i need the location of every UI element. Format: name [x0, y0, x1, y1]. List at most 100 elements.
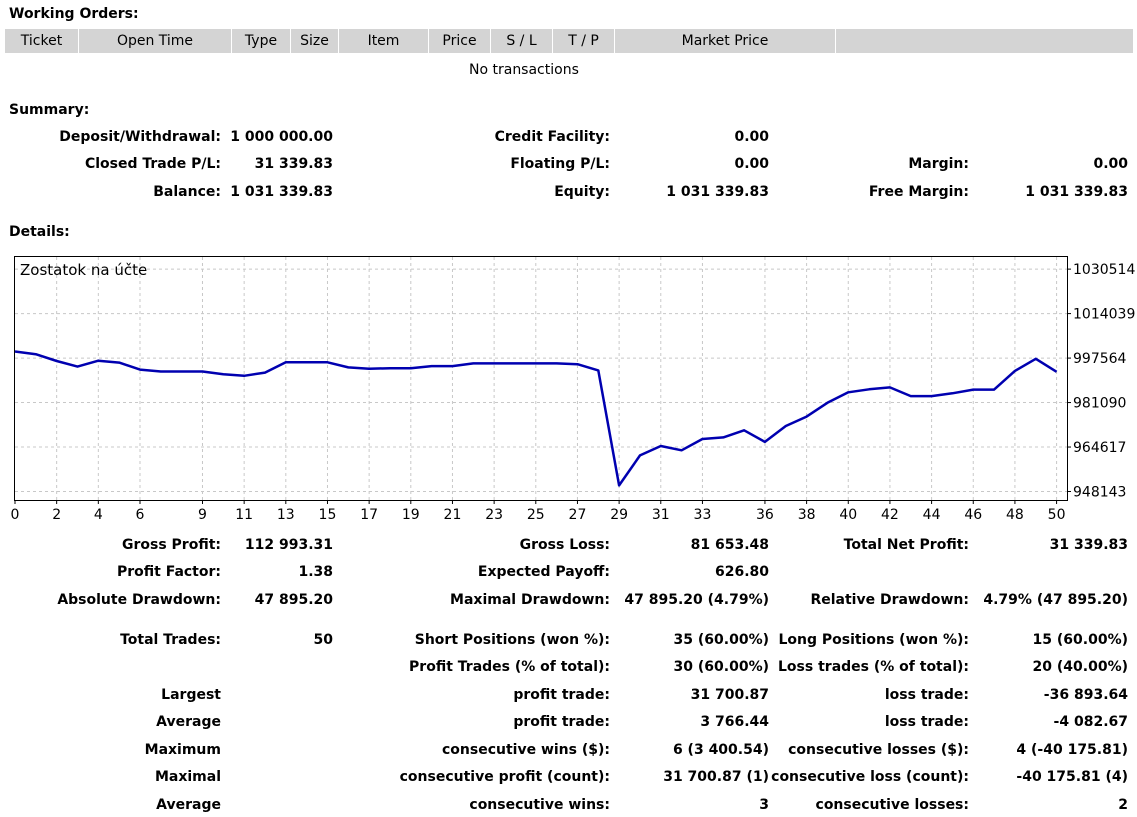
orders-table-header: Ticket Open Time Type Size Item Price S …: [5, 29, 1133, 53]
y-tick-label: 997564: [1073, 351, 1127, 367]
x-tick-label: 9: [198, 507, 207, 523]
x-tick-label: 11: [235, 507, 253, 523]
max-consecutive-losses-label: consecutive losses ($):: [788, 742, 969, 758]
x-tick-label: 36: [756, 507, 774, 523]
maximal-drawdown-label: Maximal Drawdown:: [450, 592, 610, 608]
column-sl[interactable]: S / L: [491, 29, 553, 53]
column-ticket[interactable]: Ticket: [5, 29, 79, 53]
largest-loss-value: -36 893.64: [1043, 687, 1128, 703]
balance-chart: Zostatok na účte 1030514 1014039 997564 981…: [11, 256, 1135, 523]
x-tick-label: 38: [798, 507, 816, 523]
y-tick-label: 981090: [1073, 396, 1126, 412]
x-tick-label: 42: [881, 507, 899, 523]
avg-consecutive-wins-label: consecutive wins:: [469, 797, 610, 813]
chart-plot-area: [14, 256, 1068, 501]
credit-value: 0.00: [734, 129, 769, 145]
chart-x-axis: 0 2 4 6 9 11 13 15 17 19 21 23 25 27 29 31 33 36 38 40 42 44 4…: [11, 500, 1065, 523]
total-net-profit-value: 31 339.83: [1049, 537, 1128, 553]
gross-loss-label: Gross Loss:: [519, 537, 610, 553]
avg-consecutive-wins-value: 3: [759, 797, 769, 813]
profit-factor-value: 1.38: [298, 564, 333, 580]
working-orders-title: Working Orders:: [9, 6, 139, 22]
maximal-consecutive-loss-value: -40 175.81 (4): [1016, 769, 1128, 785]
loss-trades-value: 20 (40.00%): [1032, 659, 1128, 675]
largest-label: Largest: [161, 687, 221, 703]
x-tick-label: 4: [94, 507, 103, 523]
x-tick-label: 15: [319, 507, 337, 523]
closed-pl-value: 31 339.83: [254, 156, 333, 172]
total-trades-label: Total Trades:: [120, 632, 221, 648]
short-positions-value: 35 (60.00%): [673, 632, 769, 648]
x-tick-label: 23: [485, 507, 503, 523]
total-net-profit-label: Total Net Profit:: [843, 537, 969, 553]
margin-label: Margin:: [908, 156, 969, 172]
x-tick-label: 6: [136, 507, 145, 523]
x-tick-label: 27: [569, 507, 587, 523]
free-margin-value: 1 031 339.83: [1025, 184, 1128, 200]
column-price[interactable]: Price: [429, 29, 491, 53]
expected-payoff-value: 626.80: [714, 564, 769, 580]
x-tick-label: 0: [11, 507, 20, 523]
avg-consecutive-losses-value: 2: [1118, 797, 1128, 813]
column-tp[interactable]: T / P: [553, 29, 615, 53]
chart-y-axis: 1030514 1014039 997564 981090 964617 948143: [1067, 262, 1135, 501]
x-tick-label: 17: [360, 507, 378, 523]
average-consecutive-label: Average: [156, 797, 221, 813]
x-tick-label: 40: [839, 507, 857, 523]
details-title: Details:: [9, 224, 70, 240]
x-tick-label: 29: [610, 507, 628, 523]
short-positions-label: Short Positions (won %):: [414, 632, 610, 648]
column-market-price[interactable]: Market Price: [615, 29, 836, 53]
margin-value: 0.00: [1093, 156, 1128, 172]
balance-value: 1 031 339.83: [230, 184, 333, 200]
y-tick-label: 948143: [1073, 485, 1126, 501]
avg-consecutive-losses-label: consecutive losses:: [815, 797, 969, 813]
max-consecutive-wins-value: 6 (3 400.54): [672, 742, 769, 758]
largest-loss-label: loss trade:: [884, 687, 969, 703]
max-consecutive-losses-value: 4 (-40 175.81): [1016, 742, 1128, 758]
floating-label: Floating P/L:: [510, 156, 610, 172]
column-type[interactable]: Type: [232, 29, 291, 53]
x-tick-label: 31: [652, 507, 670, 523]
relative-drawdown-value: 4.79% (47 895.20): [983, 592, 1128, 608]
maximal-drawdown-value: 47 895.20 (4.79%): [624, 592, 769, 608]
average-label: Average: [156, 714, 221, 730]
x-tick-label: 48: [1006, 507, 1024, 523]
maximal-consecutive-loss-label: consecutive loss (count):: [771, 769, 969, 785]
maximal-label: Maximal: [154, 769, 221, 785]
largest-profit-value: 31 700.87: [690, 687, 769, 703]
maximal-consecutive-profit-value: 31 700.87 (1): [663, 769, 769, 785]
maximum-label: Maximum: [144, 742, 221, 758]
closed-pl-label: Closed Trade P/L:: [84, 156, 221, 172]
chart-title: Zostatok na účte: [20, 261, 147, 279]
column-size[interactable]: Size: [291, 29, 339, 53]
y-tick-label: 1014039: [1073, 307, 1135, 323]
loss-trades-label: Loss trades (% of total):: [778, 659, 969, 675]
long-positions-value: 15 (60.00%): [1032, 632, 1128, 648]
y-tick-label: 1030514: [1073, 262, 1135, 278]
max-consecutive-wins-label: consecutive wins ($):: [441, 742, 610, 758]
x-tick-label: 33: [694, 507, 712, 523]
credit-label: Credit Facility:: [494, 129, 610, 145]
column-open-time[interactable]: Open Time: [79, 29, 232, 53]
x-tick-label: 44: [923, 507, 941, 523]
summary-title: Summary:: [9, 102, 90, 118]
column-item[interactable]: Item: [339, 29, 429, 53]
expected-payoff-label: Expected Payoff:: [477, 564, 610, 580]
x-tick-label: 2: [52, 507, 61, 523]
column-blank[interactable]: [836, 29, 1133, 53]
x-tick-label: 46: [964, 507, 982, 523]
average-loss-label: loss trade:: [884, 714, 969, 730]
average-profit-value: 3 766.44: [700, 714, 769, 730]
absolute-drawdown-value: 47 895.20: [254, 592, 333, 608]
y-tick-label: 964617: [1073, 440, 1126, 456]
profit-factor-label: Profit Factor:: [116, 564, 221, 580]
average-profit-label: profit trade:: [513, 714, 610, 730]
profit-trades-value: 30 (60.00%): [673, 659, 769, 675]
x-tick-label: 19: [402, 507, 420, 523]
deposit-label: Deposit/Withdrawal:: [59, 129, 221, 145]
x-tick-label: 25: [527, 507, 545, 523]
profit-trades-label: Profit Trades (% of total):: [409, 659, 610, 675]
x-tick-label: 21: [444, 507, 462, 523]
equity-label: Equity:: [554, 184, 610, 200]
